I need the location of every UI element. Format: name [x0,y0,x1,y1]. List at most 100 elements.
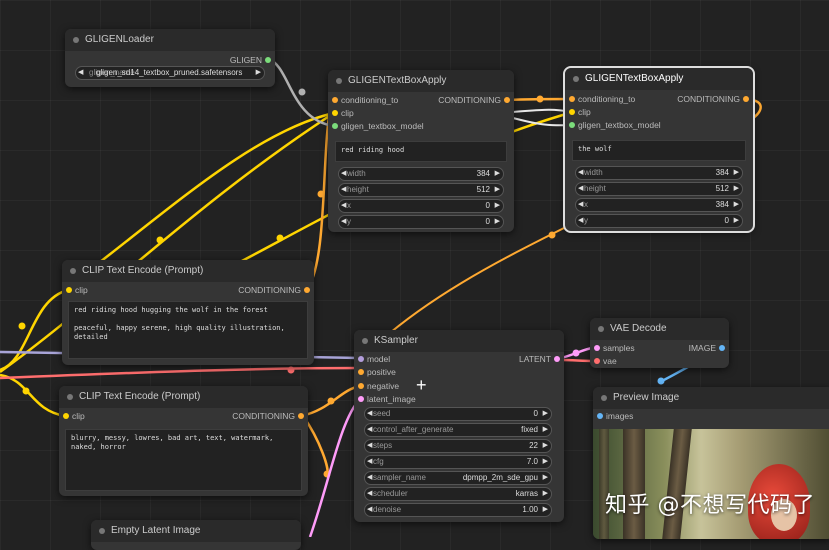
height-widget[interactable]: ◀ height 512 ▶ [338,183,504,197]
collapse-dot-icon[interactable] [67,394,73,400]
output-pin-icon[interactable] [304,287,310,293]
arrow-right-icon[interactable]: ▶ [734,167,739,179]
input-pin-icon[interactable] [569,96,575,102]
arrow-right-icon[interactable]: ▶ [256,67,261,79]
width-widget[interactable]: ◀ width 384 ▶ [575,166,743,180]
collapse-dot-icon[interactable] [573,76,579,82]
input-pin-icon[interactable] [63,413,69,419]
arrow-right-icon[interactable]: ▶ [495,184,500,196]
input-pin-icon[interactable] [358,383,364,389]
output-conditioning[interactable]: CONDITIONING [677,93,749,105]
output-pin-icon[interactable] [298,413,304,419]
output-pin-icon[interactable] [719,345,725,351]
sampler-name-widget[interactable]: ◀ sampler_name dpmpp_2m_sde_gpu ▶ [364,471,552,485]
input-pin-icon[interactable] [597,413,603,419]
output-image[interactable]: IMAGE [689,342,725,354]
control-after-generate-widget[interactable]: ◀ control_after_generate fixed ▶ [364,423,552,437]
clip-text-encode-node-positive[interactable]: CLIP Text Encode (Prompt) clip CONDITION… [62,260,314,365]
arrow-left-icon[interactable]: ◀ [341,168,346,180]
input-conditioning-to[interactable]: conditioning_to [569,93,635,105]
input-pin-icon[interactable] [358,396,364,402]
input-pin-icon[interactable] [66,287,72,293]
node-title[interactable]: Empty Latent Image [91,520,301,542]
node-title[interactable]: KSampler [354,330,564,352]
arrow-left-icon[interactable]: ◀ [367,408,372,420]
arrow-left-icon[interactable]: ◀ [367,488,372,500]
arrow-left-icon[interactable]: ◀ [341,216,346,228]
steps-widget[interactable]: ◀ steps 22 ▶ [364,439,552,453]
arrow-right-icon[interactable]: ▶ [495,216,500,228]
input-pin-icon[interactable] [358,369,364,375]
node-title[interactable]: GLIGENTextBoxApply [328,70,514,92]
input-vae[interactable]: vae [594,355,617,367]
arrow-left-icon[interactable]: ◀ [341,184,346,196]
arrow-right-icon[interactable]: ▶ [543,488,548,500]
input-latent-image[interactable]: latent_image [358,393,416,405]
width-widget[interactable]: ◀ width 384 ▶ [338,167,504,181]
input-clip[interactable]: clip [63,410,85,422]
output-conditioning[interactable]: CONDITIONING [238,284,310,296]
arrow-right-icon[interactable]: ▶ [734,199,739,211]
collapse-dot-icon[interactable] [601,395,607,401]
gligen-textbox-apply-node-2[interactable]: GLIGENTextBoxApply conditioning_to clip … [563,66,755,233]
output-pin-icon[interactable] [265,57,271,63]
scheduler-widget[interactable]: ◀ scheduler karras ▶ [364,487,552,501]
input-clip[interactable]: clip [66,284,88,296]
input-positive[interactable]: positive [358,366,396,378]
node-title[interactable]: Preview Image [593,387,829,409]
input-images[interactable]: images [597,410,633,422]
clip-text-encode-node-negative[interactable]: CLIP Text Encode (Prompt) clip CONDITION… [59,386,308,496]
collapse-dot-icon[interactable] [598,326,604,332]
x-widget[interactable]: ◀ x 0 ▶ [338,199,504,213]
output-conditioning[interactable]: CONDITIONING [438,94,510,106]
arrow-right-icon[interactable]: ▶ [543,456,548,468]
collapse-dot-icon[interactable] [336,78,342,84]
input-samples[interactable]: samples [594,342,635,354]
input-clip[interactable]: clip [569,106,591,118]
seed-widget[interactable]: ◀ seed 0 ▶ [364,407,552,421]
arrow-right-icon[interactable]: ▶ [543,408,548,420]
node-title[interactable]: CLIP Text Encode (Prompt) [59,386,308,408]
arrow-right-icon[interactable]: ▶ [734,215,739,227]
arrow-left-icon[interactable]: ◀ [578,215,583,227]
arrow-left-icon[interactable]: ◀ [578,199,583,211]
output-pin-icon[interactable] [554,356,560,362]
arrow-right-icon[interactable]: ▶ [543,504,548,516]
arrow-right-icon[interactable]: ▶ [495,168,500,180]
arrow-right-icon[interactable]: ▶ [495,200,500,212]
height-widget[interactable]: ◀ height 512 ▶ [575,182,743,196]
collapse-dot-icon[interactable] [362,338,368,344]
empty-latent-image-node[interactable]: Empty Latent Image [91,520,301,550]
gligen-textbox-apply-node-1[interactable]: GLIGENTextBoxApply conditioning_to clip … [328,70,514,232]
text-input[interactable]: the wolf [572,140,746,161]
node-title[interactable]: GLIGENLoader [65,29,275,51]
gligen-name-combo[interactable]: ◀ gligen_name gligen_sd14_textbox_pruned… [75,66,265,80]
input-pin-icon[interactable] [332,110,338,116]
node-title[interactable]: CLIP Text Encode (Prompt) [62,260,314,282]
input-model[interactable]: model [358,353,390,365]
text-input[interactable]: red riding hood [335,141,507,162]
node-title[interactable]: VAE Decode [590,318,729,340]
collapse-dot-icon[interactable] [99,528,105,534]
output-conditioning[interactable]: CONDITIONING [232,410,304,422]
prompt-text-input[interactable]: blurry, messy, lowres, bad art, text, wa… [65,429,302,491]
output-pin-icon[interactable] [743,96,749,102]
ksampler-node[interactable]: KSampler model positive negative latent_… [354,330,564,522]
arrow-left-icon[interactable]: ◀ [367,440,372,452]
input-pin-icon[interactable] [358,356,364,362]
denoise-widget[interactable]: ◀ denoise 1.00 ▶ [364,503,552,517]
input-pin-icon[interactable] [569,122,575,128]
output-pin-icon[interactable] [504,97,510,103]
input-conditioning-to[interactable]: conditioning_to [332,94,398,106]
output-latent[interactable]: LATENT [519,353,560,365]
arrow-right-icon[interactable]: ▶ [543,440,548,452]
arrow-right-icon[interactable]: ▶ [543,424,548,436]
prompt-text-input[interactable]: red riding hood hugging the wolf in the … [68,301,308,359]
y-widget[interactable]: ◀ y 0 ▶ [338,215,504,229]
arrow-left-icon[interactable]: ◀ [367,424,372,436]
preview-image-output[interactable] [593,429,829,539]
arrow-left-icon[interactable]: ◀ [367,472,372,484]
x-widget[interactable]: ◀ x 384 ▶ [575,198,743,212]
collapse-dot-icon[interactable] [73,37,79,43]
arrow-left-icon[interactable]: ◀ [367,456,372,468]
